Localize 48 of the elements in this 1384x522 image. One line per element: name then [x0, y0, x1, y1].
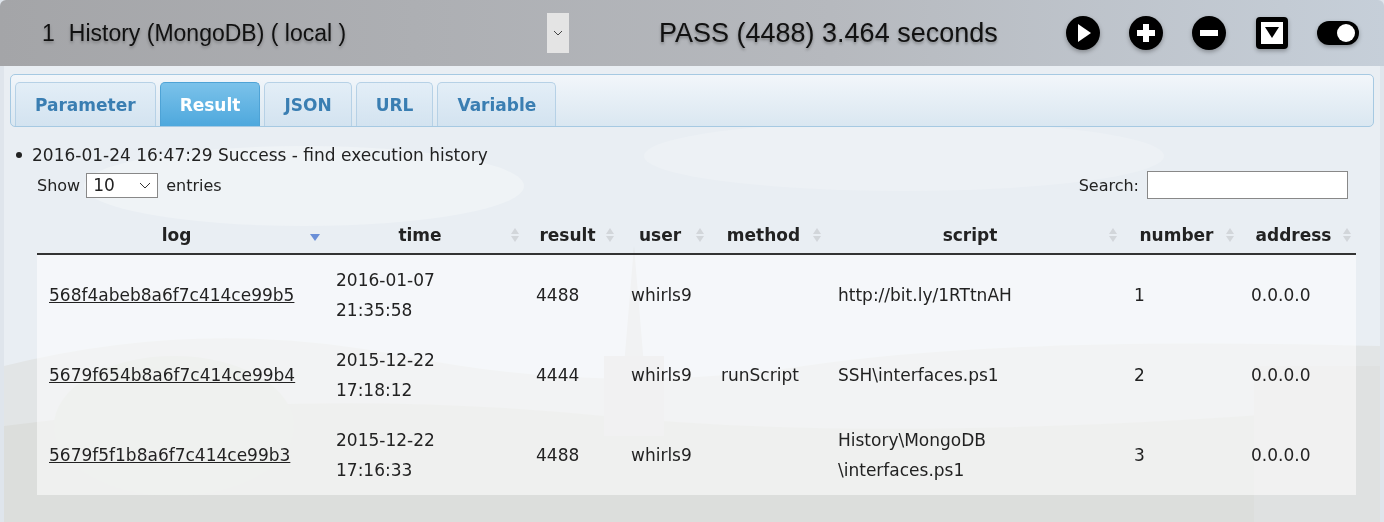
chevron-down-icon — [139, 181, 152, 189]
table-cell-text: 2015-12-22 17:18:12 — [336, 349, 436, 402]
table-cell-text: 0.0.0.0 — [1251, 285, 1311, 305]
column-header[interactable]: log — [37, 217, 324, 254]
tab[interactable]: JSON — [264, 82, 352, 126]
table-cell-text: whirls9 — [631, 285, 692, 305]
toggle-switch[interactable] — [1316, 20, 1360, 46]
column-header[interactable]: result — [524, 217, 619, 254]
search-field[interactable] — [1147, 171, 1348, 199]
remove-icon[interactable] — [1190, 14, 1228, 52]
table-cell-text: 0.0.0.0 — [1251, 365, 1311, 385]
table-cell-text: 0.0.0.0 — [1251, 445, 1311, 465]
collapse-icon[interactable] — [1253, 14, 1291, 52]
table-cell-text: History\MongoDB \interfaces.ps1 — [838, 429, 987, 482]
column-header[interactable]: time — [324, 217, 524, 254]
chevron-down-icon — [553, 30, 563, 36]
entries-select[interactable]: 10 — [86, 172, 159, 198]
table-cell-text: 2 — [1134, 365, 1145, 385]
table-cell-text: SSH\interfaces.ps1 — [838, 364, 1000, 387]
show-label: Show — [37, 175, 81, 195]
play-icon[interactable] — [1064, 14, 1102, 52]
table-cell-text: 4488 — [536, 285, 580, 305]
column-header[interactable]: user — [619, 217, 709, 254]
table-cell-text: 4444 — [536, 365, 580, 385]
table-cell-text: whirls9 — [631, 365, 692, 385]
item-number: 1 — [42, 19, 55, 47]
table-cell-text: 4488 — [536, 445, 580, 465]
column-header[interactable]: address — [1239, 217, 1356, 254]
table-cell-text: runScript — [721, 365, 799, 385]
table-cell-text: 1 — [1134, 285, 1145, 305]
tab[interactable]: Variable — [437, 82, 557, 126]
table-cell-text: 2015-12-22 17:16:33 — [336, 429, 436, 482]
search-label: Search: — [1078, 175, 1139, 195]
result-message: 2016-01-24 16:47:29 Success - find execution history — [32, 145, 488, 165]
table-cell-text: whirls9 — [631, 445, 692, 465]
table-cell-text: 3 — [1134, 445, 1145, 465]
column-header[interactable]: number — [1122, 217, 1239, 254]
tab[interactable]: URL — [355, 82, 434, 126]
column-header[interactable]: method — [709, 217, 826, 254]
add-icon[interactable] — [1127, 14, 1165, 52]
table-cell-text: 2016-01-07 21:35:58 — [336, 269, 436, 322]
status-text: PASS (4488) 3.464 seconds — [659, 17, 998, 49]
item-title: History (MongoDB) ( local ) — [68, 19, 347, 47]
entries-label: entries — [166, 175, 222, 195]
table-cell-text: http://bit.ly/1RTtnAH — [838, 284, 1013, 307]
tab[interactable]: Parameter — [15, 82, 156, 126]
bullet-icon — [16, 152, 22, 158]
column-header[interactable]: script — [826, 217, 1122, 254]
